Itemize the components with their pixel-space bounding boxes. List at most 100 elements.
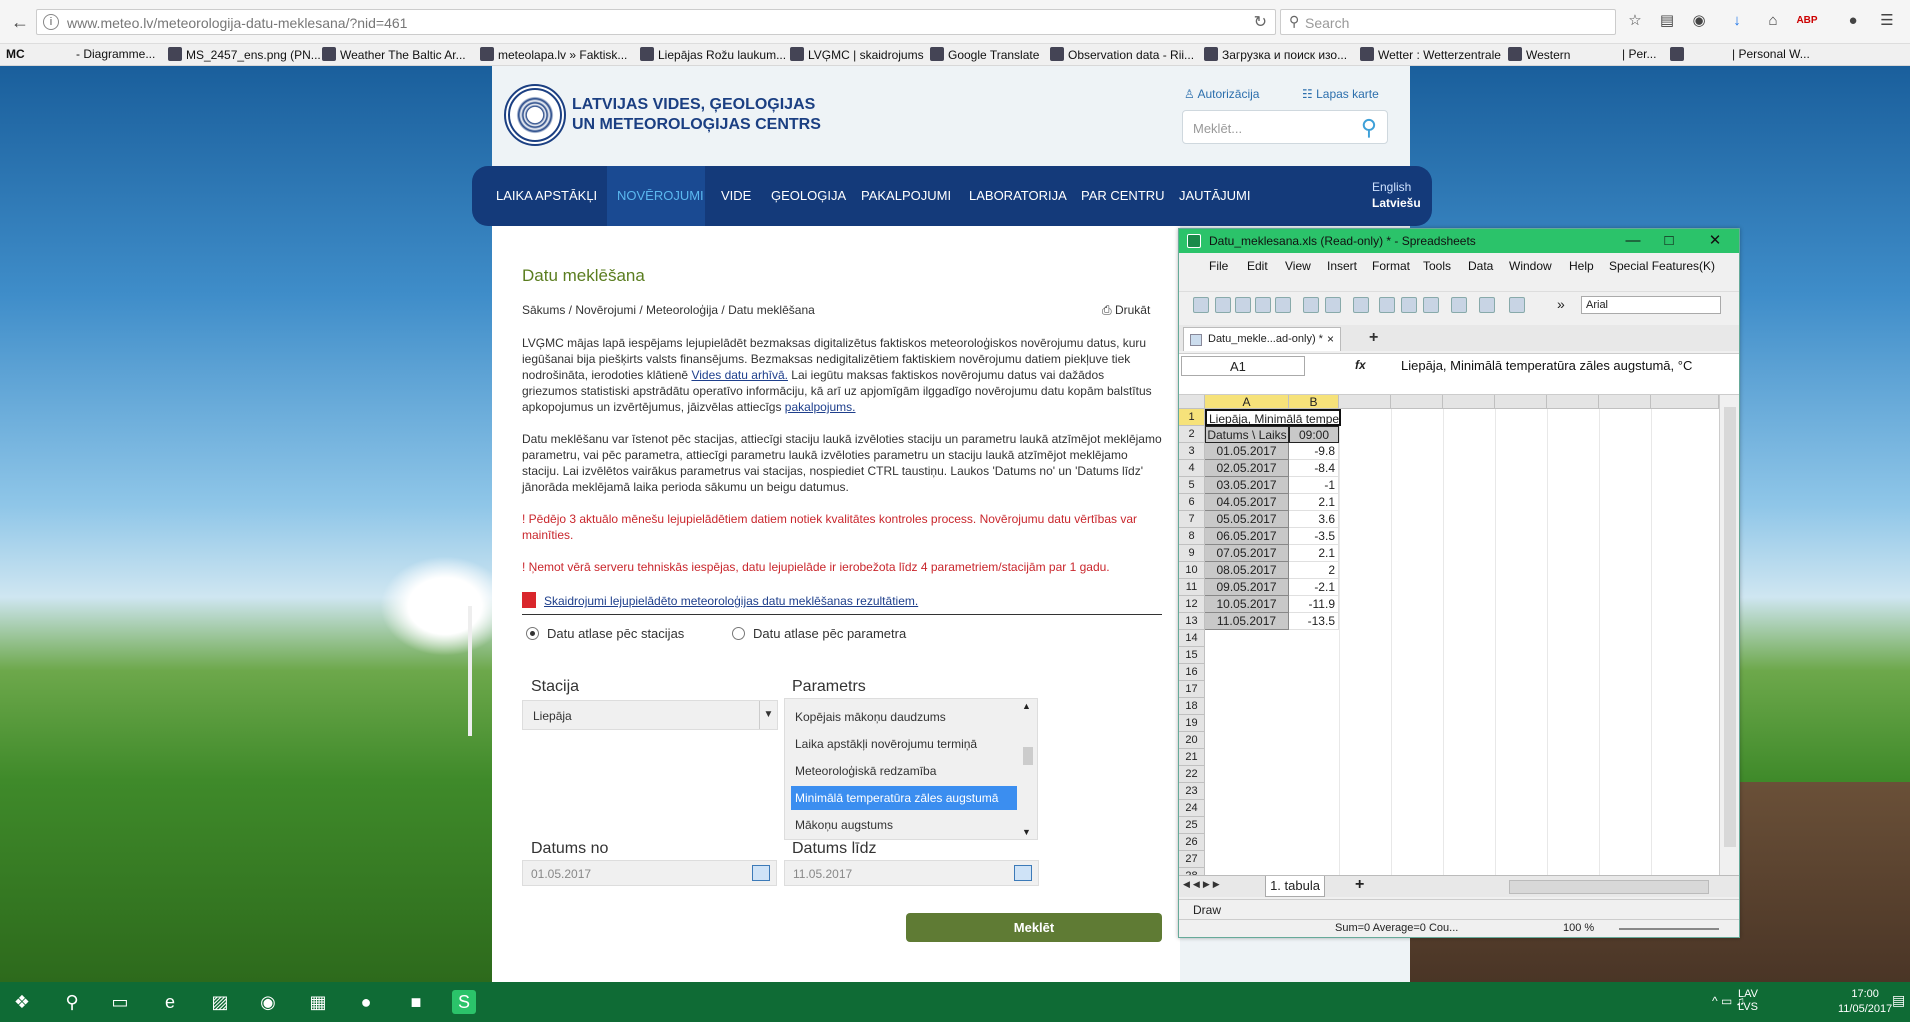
- value-cell[interactable]: -2.1: [1289, 579, 1339, 596]
- row-header[interactable]: 5: [1179, 477, 1205, 494]
- add-sheet-icon[interactable]: +: [1355, 876, 1364, 894]
- bookmark-item[interactable]: [1670, 47, 1688, 62]
- spellcheck-icon[interactable]: [1353, 297, 1369, 313]
- calculator-icon[interactable]: ▦: [306, 990, 330, 1014]
- open-icon[interactable]: [1215, 297, 1231, 313]
- scroll-thumb[interactable]: [1724, 407, 1736, 847]
- value-cell[interactable]: -1: [1289, 477, 1339, 494]
- adblock-icon[interactable]: ABP: [1796, 10, 1818, 32]
- row-header[interactable]: 7: [1179, 511, 1205, 528]
- bookmark-mc[interactable]: MC: [6, 47, 25, 61]
- value-cell[interactable]: 2.1: [1289, 494, 1339, 511]
- bookmark-item[interactable]: LVĢMC | skaidrojums: [790, 47, 924, 62]
- date-cell[interactable]: 03.05.2017: [1205, 477, 1289, 494]
- bookmark-star-icon[interactable]: ☆: [1624, 10, 1646, 32]
- parameter-option[interactable]: Laika apstākļi novērojumu termiņā: [791, 732, 1017, 756]
- column-header[interactable]: A: [1205, 395, 1289, 409]
- radio-by-station[interactable]: Datu atlase pēc stacijas: [526, 626, 684, 641]
- site-search-input[interactable]: Meklēt... ⚲: [1182, 110, 1388, 144]
- date-cell[interactable]: 07.05.2017: [1205, 545, 1289, 562]
- date-cell[interactable]: 01.05.2017: [1205, 443, 1289, 460]
- zoom-slider[interactable]: [1619, 928, 1719, 930]
- sheet-nav-icon[interactable]: ◀◀▶▶: [1183, 879, 1223, 890]
- search-icon[interactable]: ⚲: [60, 990, 84, 1014]
- menu-help[interactable]: Help: [1569, 259, 1594, 273]
- row-header[interactable]: 28: [1179, 868, 1205, 875]
- menu-special-features[interactable]: Special Features(K): [1609, 259, 1715, 273]
- row-header[interactable]: 16: [1179, 664, 1205, 681]
- menu-format[interactable]: Format: [1372, 259, 1410, 273]
- vertical-scrollbar[interactable]: [1719, 395, 1739, 875]
- breadcrumb[interactable]: Sākums / Novērojumi / Meteoroloģija / Da…: [522, 303, 815, 317]
- extension-icon[interactable]: ●: [1842, 10, 1864, 32]
- row-header[interactable]: 9: [1179, 545, 1205, 562]
- info-icon[interactable]: i: [43, 14, 59, 30]
- calendar-icon[interactable]: [1014, 865, 1032, 881]
- browser-search-input[interactable]: ⚲ Search: [1280, 9, 1616, 35]
- nav-item-geologija[interactable]: ĢEOLOĢIJA: [771, 188, 846, 203]
- keyboard-language[interactable]: LAV LVS: [1738, 988, 1758, 1014]
- menu-data[interactable]: Data: [1468, 259, 1493, 273]
- scroll-down-icon[interactable]: ▼: [1022, 827, 1031, 837]
- nav-item-laika-apstakli[interactable]: LAIKA APSTĀKĻI: [496, 188, 597, 203]
- bookmark-item[interactable]: | Personal W...: [1732, 47, 1810, 61]
- draw-menu[interactable]: Draw: [1193, 903, 1221, 917]
- row-header[interactable]: 27: [1179, 851, 1205, 868]
- org-name-line2[interactable]: UN METEOROLOĢIJAS CENTRS: [572, 116, 821, 134]
- bookmark-item[interactable]: | Per...: [1622, 47, 1656, 61]
- column-header[interactable]: [1547, 395, 1599, 409]
- cut-icon[interactable]: [1401, 297, 1417, 313]
- column-header[interactable]: [1339, 395, 1391, 409]
- parameter-option[interactable]: Mākoņu augstums: [791, 813, 1017, 837]
- export-pdf-icon[interactable]: [1275, 297, 1291, 313]
- horizontal-scrollbar[interactable]: [1509, 880, 1709, 894]
- row-header[interactable]: 12: [1179, 596, 1205, 613]
- row-header[interactable]: 11: [1179, 579, 1205, 596]
- row-header[interactable]: 22: [1179, 766, 1205, 783]
- explanation-pdf-link[interactable]: Skaidrojumi lejupielādēto meteoroloģijas…: [522, 592, 918, 608]
- search-button[interactable]: Meklēt: [906, 913, 1162, 942]
- copy-icon[interactable]: [1379, 297, 1395, 313]
- date-to-input[interactable]: 11.05.2017: [784, 860, 1039, 886]
- store-icon[interactable]: ▨: [208, 990, 232, 1014]
- row-header[interactable]: 14: [1179, 630, 1205, 647]
- date-from-input[interactable]: 01.05.2017: [522, 860, 777, 886]
- edge-icon[interactable]: e: [158, 990, 182, 1014]
- print-icon[interactable]: [1303, 297, 1319, 313]
- scroll-up-icon[interactable]: ▲: [1022, 701, 1031, 711]
- row-header[interactable]: 6: [1179, 494, 1205, 511]
- name-box[interactable]: A1: [1181, 356, 1305, 376]
- row-header[interactable]: 19: [1179, 715, 1205, 732]
- date-cell[interactable]: 09.05.2017: [1205, 579, 1289, 596]
- bookmark-item[interactable]: MS_2457_ens.png (PN...: [168, 47, 321, 62]
- row-header[interactable]: 1: [1179, 409, 1205, 426]
- value-cell[interactable]: -11.9: [1289, 596, 1339, 613]
- bookmark-item[interactable]: Google Translate: [930, 47, 1039, 62]
- nav-item-jautajumi[interactable]: JAUTĀJUMI: [1179, 188, 1251, 203]
- row-header[interactable]: 10: [1179, 562, 1205, 579]
- row-header[interactable]: 2: [1179, 426, 1205, 443]
- chrome-icon[interactable]: ◉: [256, 990, 280, 1014]
- value-cell[interactable]: 3.6: [1289, 511, 1339, 528]
- formula-input[interactable]: Liepāja, Minimālā temperatūra zāles augs…: [1401, 357, 1737, 375]
- undo-icon[interactable]: [1479, 297, 1495, 313]
- row-header[interactable]: 25: [1179, 817, 1205, 834]
- address-bar[interactable]: i www.meteo.lv/meteorologija-datu-mekles…: [36, 9, 1276, 35]
- windows-start-icon[interactable]: ❖: [10, 990, 34, 1014]
- row-header[interactable]: 23: [1179, 783, 1205, 800]
- reload-icon[interactable]: ↻: [1254, 12, 1267, 32]
- zoom-level[interactable]: 100 %: [1563, 922, 1594, 934]
- close-icon[interactable]: ✕: [1697, 231, 1733, 251]
- date-cell[interactable]: 06.05.2017: [1205, 528, 1289, 545]
- parameter-option-selected[interactable]: Minimālā temperatūra zāles augstumā: [791, 786, 1017, 810]
- row-header[interactable]: 21: [1179, 749, 1205, 766]
- nav-item-par-centru[interactable]: PAR CENTRU: [1081, 188, 1165, 203]
- add-tab-icon[interactable]: +: [1369, 329, 1378, 347]
- column-header[interactable]: [1599, 395, 1651, 409]
- lang-english[interactable]: English: [1372, 180, 1411, 194]
- date-cell[interactable]: 08.05.2017: [1205, 562, 1289, 579]
- paste-icon[interactable]: [1423, 297, 1439, 313]
- parameter-option[interactable]: Meteoroloģiskā redzamība: [791, 759, 1017, 783]
- bookmark-item[interactable]: Weather The Baltic Ar...: [322, 47, 466, 62]
- spreadsheets-taskbar-icon[interactable]: S: [452, 990, 476, 1014]
